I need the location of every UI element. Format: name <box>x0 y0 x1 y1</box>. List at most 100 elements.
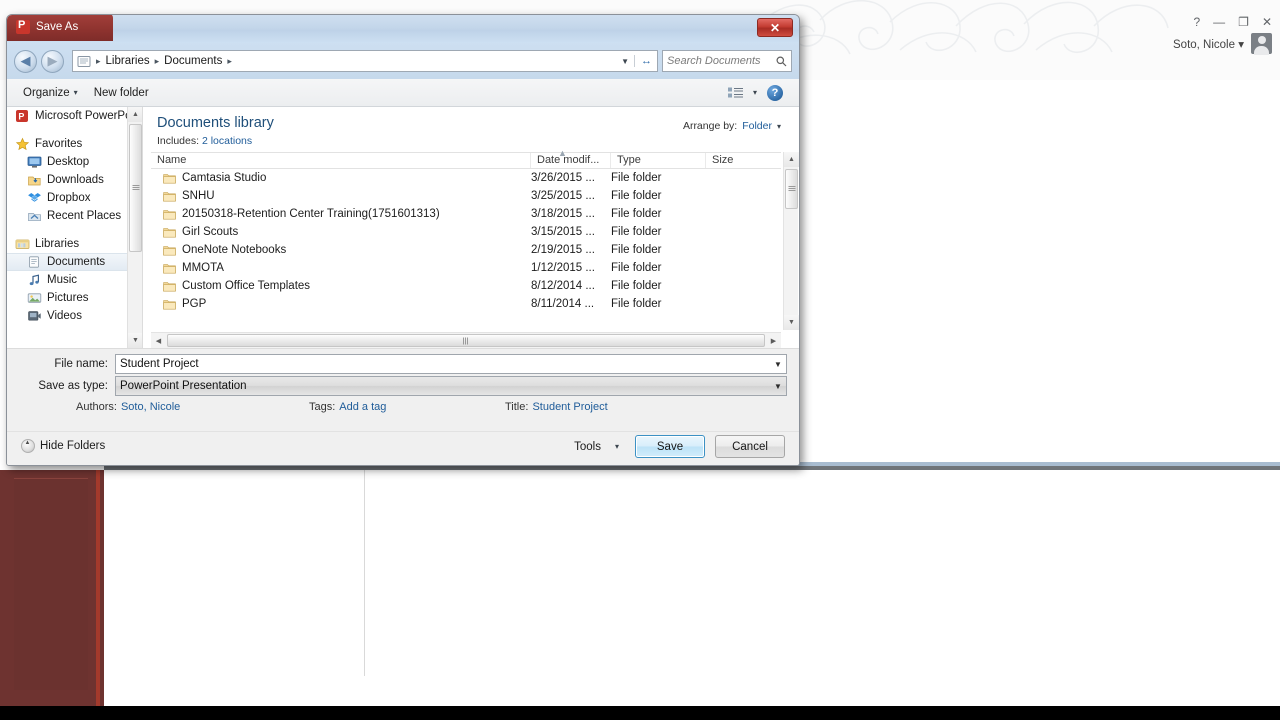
file-name-label: Custom Office Templates <box>182 280 311 292</box>
scroll-up-icon[interactable]: ▲ <box>128 107 142 122</box>
sidebar-item-downloads[interactable]: Downloads <box>7 171 142 189</box>
save-as-type-select[interactable]: PowerPoint Presentation ▼ <box>115 376 787 396</box>
chevron-down-icon[interactable]: ▼ <box>770 377 786 395</box>
title-value[interactable]: Student Project <box>532 401 607 413</box>
chevron-down-icon[interactable]: ▼ <box>770 355 786 373</box>
help-icon[interactable]: ? <box>767 84 783 101</box>
file-date-cell: 3/18/2015 ... <box>531 208 595 220</box>
refresh-icon[interactable]: ↔ <box>634 55 652 67</box>
table-row[interactable]: Camtasia Studio 3/26/2015 ... File folde… <box>151 169 781 187</box>
chevron-down-icon: ▾ <box>73 88 78 97</box>
dialog-title-bar[interactable]: Save As ✕ <box>7 15 799 43</box>
add-a-tag-link[interactable]: Add a tag <box>339 401 386 413</box>
file-date-cell: 8/12/2014 ... <box>531 280 595 292</box>
file-date-cell: 3/25/2015 ... <box>531 190 595 202</box>
file-type-cell: File folder <box>611 262 662 274</box>
address-bar-controls: ▼ ↔ <box>621 55 655 67</box>
hide-folders-label: Hide Folders <box>40 440 106 452</box>
restore-icon[interactable]: ❐ <box>1238 16 1249 28</box>
chevron-down-icon[interactable]: ▼ <box>621 57 629 66</box>
hide-folders-button[interactable]: Hide Folders <box>21 439 105 453</box>
sidebar-item-documents[interactable]: Documents <box>7 253 142 271</box>
horizontal-scrollbar-thumb[interactable] <box>167 334 765 347</box>
file-name-cell: Girl Scouts <box>151 226 531 238</box>
sidebar-item-recent-places[interactable]: Recent Places <box>7 207 142 225</box>
column-header-size[interactable]: Size <box>706 153 766 168</box>
close-icon[interactable]: ✕ <box>757 18 793 37</box>
sidebar-item-dropbox[interactable]: Dropbox <box>7 189 142 207</box>
sidebar-item-libraries[interactable]: Libraries <box>7 235 142 253</box>
tools-button[interactable]: Tools ▾ <box>568 436 625 458</box>
sidebar-item-desktop[interactable]: Desktop <box>7 153 142 171</box>
save-button[interactable]: Save <box>635 435 705 458</box>
authors-value[interactable]: Soto, Nicole <box>121 401 180 413</box>
table-row[interactable]: PGP 8/11/2014 ... File folder <box>151 295 781 313</box>
new-folder-button[interactable]: New folder <box>86 84 157 102</box>
account-name-button[interactable]: Soto, Nicole ▾ <box>1173 37 1244 51</box>
scroll-down-icon[interactable]: ▼ <box>784 315 799 330</box>
breadcrumb-libraries[interactable]: Libraries <box>103 54 153 68</box>
column-header-name[interactable]: Name <box>151 153 531 168</box>
file-name-input[interactable]: Student Project ▼ <box>115 354 787 374</box>
address-breadcrumb-bar[interactable]: ▸ Libraries ▸ Documents ▸ ▼ ↔ <box>72 50 658 72</box>
scroll-down-icon[interactable]: ▼ <box>128 333 142 348</box>
file-list-horizontal-scrollbar[interactable]: ◀ ▶ <box>151 332 781 348</box>
forward-button[interactable]: ▶ <box>41 49 64 73</box>
slide-thumbnail-pane[interactable] <box>0 470 104 706</box>
column-header-type[interactable]: Type <box>611 153 706 168</box>
breadcrumb-separator-2[interactable]: ▸ <box>225 56 234 67</box>
tools-label: Tools <box>574 440 601 453</box>
folder-icon <box>163 227 176 237</box>
chevron-down-icon: ▾ <box>614 442 619 451</box>
help-icon[interactable]: ? <box>1193 16 1200 28</box>
sidebar-item-favorites[interactable]: Favorites <box>7 135 142 153</box>
file-name-label: PGP <box>182 298 207 310</box>
nav-header-powerpoint[interactable]: P Microsoft PowerPo <box>7 107 142 125</box>
file-name-label: SNHU <box>182 190 215 202</box>
cancel-button[interactable]: Cancel <box>715 435 785 458</box>
file-list[interactable]: Camtasia Studio 3/26/2015 ... File folde… <box>151 169 781 330</box>
file-list-scrollbar[interactable]: ▲ ▼ <box>783 152 799 330</box>
slide-thumbnail[interactable] <box>14 478 88 690</box>
sidebar-item-pictures[interactable]: Pictures <box>7 289 142 307</box>
minimize-icon[interactable]: — <box>1213 16 1225 28</box>
arrange-by-value[interactable]: Folder <box>742 120 772 132</box>
column-headers: Name Date modif... Type Size <box>151 152 781 169</box>
folder-icon <box>163 245 176 255</box>
column-header-date-modified[interactable]: Date modif... <box>531 153 611 168</box>
includes-locations-link[interactable]: 2 locations <box>202 135 252 147</box>
sidebar-label-dropbox: Dropbox <box>47 192 91 204</box>
organize-button[interactable]: Organize ▾ <box>15 84 86 102</box>
table-row[interactable]: Girl Scouts 3/15/2015 ... File folder <box>151 223 781 241</box>
scrollbar-thumb[interactable] <box>785 169 798 209</box>
search-input[interactable]: Search Documents <box>662 50 792 72</box>
chevron-down-icon[interactable]: ▾ <box>777 122 781 131</box>
scroll-left-icon[interactable]: ◀ <box>151 333 166 348</box>
save-as-type-row: Save as type: PowerPoint Presentation ▼ <box>7 376 787 396</box>
sidebar-label-recent-places: Recent Places <box>47 210 122 222</box>
avatar[interactable] <box>1251 33 1272 55</box>
close-icon[interactable]: ✕ <box>1262 16 1272 28</box>
chevron-down-icon[interactable]: ▾ <box>753 88 757 97</box>
scroll-up-icon[interactable]: ▲ <box>784 152 799 167</box>
table-row[interactable]: Custom Office Templates 8/12/2014 ... Fi… <box>151 277 781 295</box>
table-row[interactable]: SNHU 3/25/2015 ... File folder <box>151 187 781 205</box>
scroll-right-icon[interactable]: ▶ <box>766 333 781 348</box>
file-name-value: Student Project <box>120 358 199 370</box>
navigation-pane-scrollbar[interactable]: ▲ ▼ <box>127 107 142 348</box>
breadcrumb-documents[interactable]: Documents <box>161 54 225 68</box>
music-icon <box>27 273 42 287</box>
scrollbar-thumb[interactable] <box>129 124 142 252</box>
breadcrumb-separator-1[interactable]: ▸ <box>153 56 162 67</box>
dialog-title-tab: Save As <box>7 15 113 41</box>
sidebar-item-music[interactable]: Music <box>7 271 142 289</box>
file-name-cell: OneNote Notebooks <box>151 244 531 256</box>
table-row[interactable]: OneNote Notebooks 2/19/2015 ... File fol… <box>151 241 781 259</box>
back-button[interactable]: ◀ <box>14 49 37 73</box>
powerpoint-window-controls[interactable]: ? — ❐ ✕ <box>1193 16 1272 28</box>
view-list-icon[interactable] <box>727 87 743 99</box>
table-row[interactable]: MMOTA 1/12/2015 ... File folder <box>151 259 781 277</box>
sidebar-item-videos[interactable]: Videos <box>7 307 142 325</box>
table-row[interactable]: 20150318-Retention Center Training(17516… <box>151 205 781 223</box>
svg-text:P: P <box>18 112 24 122</box>
